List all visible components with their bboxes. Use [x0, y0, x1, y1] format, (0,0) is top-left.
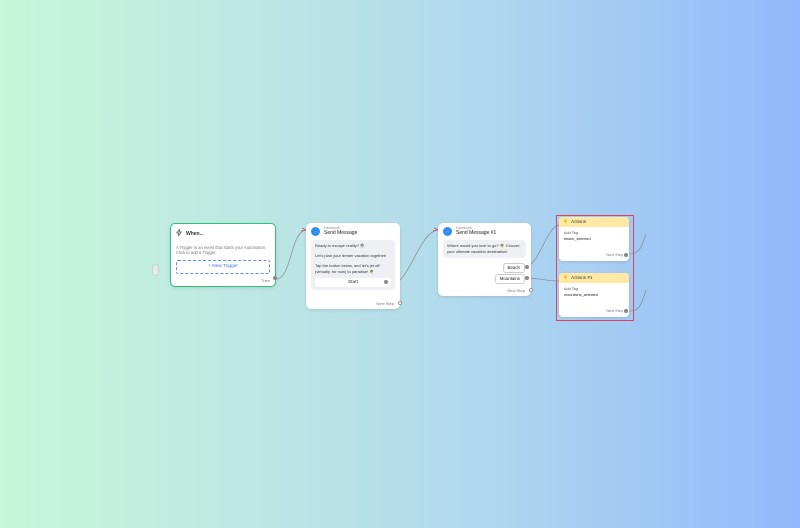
- next-step-port[interactable]: [624, 309, 628, 313]
- next-step-port[interactable]: [398, 301, 402, 305]
- message-line: Ready to escape reality? 😎: [315, 243, 365, 249]
- actions-1-node[interactable]: Actions #1 Add Tag mountains_selected Ne…: [559, 273, 629, 317]
- message-header: Facebook Send Message: [311, 226, 395, 237]
- choice-beach-button[interactable]: Beach: [502, 263, 525, 273]
- then-label: Then: [260, 277, 270, 283]
- message-title: Send Message #1: [456, 229, 497, 236]
- actions-header: Actions #1: [559, 273, 629, 283]
- message-line: Let's plan your dream vacation together!: [315, 253, 387, 259]
- send-message-1-node[interactable]: Facebook Send Message #1 Where would you…: [438, 223, 533, 296]
- next-step-label: Next Step: [606, 308, 623, 313]
- canvas-drag-handle[interactable]: [152, 264, 159, 276]
- actions-body: Add Tag mountains_selected: [559, 283, 629, 302]
- message-title: Send Message: [324, 229, 358, 236]
- trigger-title: When...: [186, 230, 204, 237]
- new-trigger-button[interactable]: + New Trigger: [176, 260, 270, 275]
- connection-lines: [275, 224, 647, 312]
- bolt-icon: [563, 273, 568, 282]
- message-line: Tap the button below, and let's jet off …: [315, 263, 380, 274]
- next-step-port[interactable]: [624, 253, 628, 257]
- next-step-label: Next Step: [606, 252, 623, 257]
- actions-title: Actions #1: [571, 274, 593, 280]
- choice-mountains-port[interactable]: [525, 276, 529, 280]
- trigger-output-port[interactable]: [273, 276, 277, 280]
- actions-header: Actions: [559, 217, 629, 227]
- message-bubble[interactable]: Ready to escape reality? 😎 Let's plan yo…: [311, 240, 395, 290]
- start-button[interactable]: Start: [315, 277, 391, 287]
- start-button-label: Start: [348, 278, 358, 284]
- choice-beach-port[interactable]: [525, 265, 529, 269]
- actions-node[interactable]: Actions Add Tag beach_selected Next Step: [559, 217, 629, 261]
- messenger-icon: [443, 227, 452, 237]
- action-tag: beach_selected: [564, 236, 591, 241]
- action-tag: mountains_selected: [564, 292, 598, 297]
- next-step-label: Next Step: [507, 287, 525, 293]
- choice-label: Mountains: [499, 276, 520, 281]
- flow-canvas[interactable]: When... A Trigger is an event that start…: [0, 0, 800, 528]
- trigger-node[interactable]: When... A Trigger is an event that start…: [170, 223, 277, 287]
- bolt-outline-icon: [176, 228, 182, 239]
- choice-label: Beach: [507, 265, 520, 270]
- trigger-header: When...: [171, 224, 275, 239]
- bolt-icon: [563, 217, 568, 226]
- trigger-description: A Trigger is an event that starts your A…: [176, 244, 267, 256]
- next-step-label: Next Step: [376, 300, 394, 306]
- choice-mountains-button[interactable]: Mountains: [494, 274, 525, 284]
- start-button-port[interactable]: [384, 280, 388, 285]
- send-message-node[interactable]: Facebook Send Message Ready to escape re…: [306, 223, 402, 309]
- actions-body: Add Tag beach_selected: [559, 227, 629, 246]
- message-header: Facebook Send Message #1: [443, 226, 526, 237]
- next-step-port[interactable]: [529, 288, 533, 292]
- actions-title: Actions: [571, 218, 587, 224]
- messenger-icon: [311, 227, 320, 237]
- message-bubble[interactable]: Where would you love to go? 🌴 Choose you…: [443, 240, 526, 259]
